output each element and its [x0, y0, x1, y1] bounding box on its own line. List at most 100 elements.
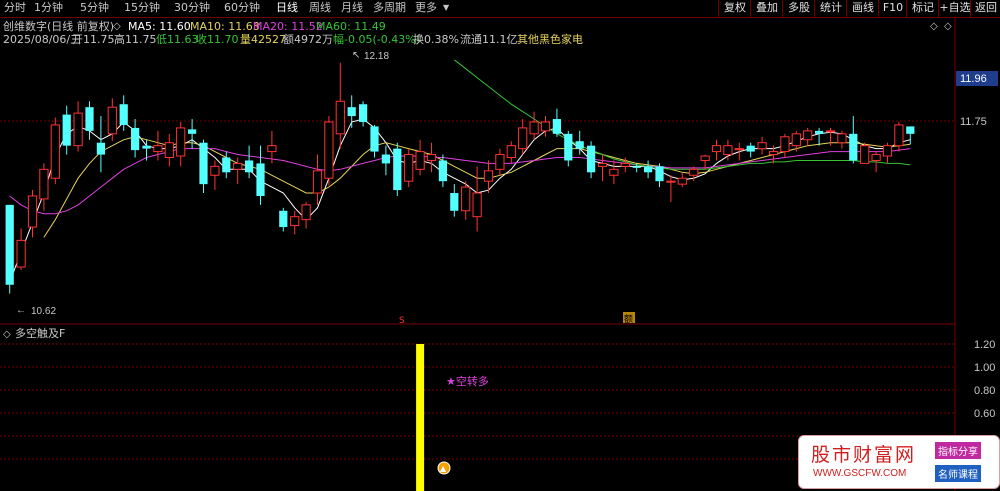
- signal-bar: [416, 344, 425, 491]
- candle-body: [176, 127, 186, 157]
- candlestick: [358, 101, 368, 127]
- candle-body: [677, 177, 687, 185]
- candlestick: [370, 124, 379, 158]
- candle-body: [5, 204, 14, 285]
- sub-tick-0-60: 0.60: [974, 408, 995, 420]
- candle-body: [711, 145, 722, 153]
- candlestick: [244, 145, 254, 179]
- price-tick-label: 11.75: [960, 116, 987, 128]
- candlestick: [290, 210, 300, 235]
- candlestick: [711, 139, 722, 161]
- sub-tick-1-20: 1.20: [974, 339, 995, 351]
- candle-body: [393, 148, 402, 191]
- candle-body: [381, 154, 391, 164]
- candlestick: [335, 62, 345, 149]
- candlestick: [677, 172, 687, 188]
- candle-body: [689, 168, 699, 176]
- candle-body: [597, 162, 608, 167]
- candle-body: [290, 216, 300, 227]
- candlestick: [164, 133, 174, 167]
- candle-body: [780, 136, 790, 153]
- candlestick: [142, 139, 151, 161]
- candle-body: [404, 154, 414, 182]
- candle-body: [222, 157, 231, 173]
- candle-body: [85, 107, 94, 131]
- candle-body: [450, 193, 459, 211]
- signal-text: ★空转多: [446, 374, 489, 388]
- candle-body: [506, 145, 516, 159]
- candle-body: [871, 154, 881, 161]
- candle-body: [666, 180, 676, 183]
- candle-body: [267, 145, 277, 153]
- candlestick: [734, 142, 744, 161]
- candle-body: [62, 114, 71, 146]
- candlestick: [472, 166, 482, 232]
- candle-body: [96, 142, 106, 155]
- watermark-url: WWW.GSCFW.COM: [813, 468, 907, 479]
- candlestick: [393, 142, 402, 196]
- candlestick: [837, 130, 847, 149]
- candle-body: [358, 104, 368, 122]
- candle-body: [734, 148, 744, 151]
- candle-body: [279, 210, 288, 228]
- candlestick: [495, 148, 505, 176]
- watermark-tag-2: 名师课程: [935, 465, 981, 482]
- candle-body: [472, 192, 482, 218]
- candle-body: [233, 162, 243, 170]
- candlestick: [324, 116, 334, 186]
- candle-body: [347, 107, 356, 117]
- candle-body: [814, 130, 824, 134]
- candlestick: [882, 142, 893, 164]
- indicator-settings-icon[interactable]: ◇: [3, 329, 11, 340]
- candlestick: [597, 154, 608, 182]
- candlestick: [256, 145, 265, 205]
- price-chart: 11.96 11.75 ↖ 12.18 ← 10.62 S 额 1.20 1.0…: [0, 17, 998, 491]
- candle-body: [860, 145, 870, 164]
- candle-body: [655, 166, 664, 182]
- candle-body: [438, 160, 448, 182]
- candlestick: [529, 111, 539, 140]
- candlestick: [564, 130, 573, 167]
- candle-body: [73, 112, 83, 147]
- candle-body: [187, 129, 197, 134]
- candlestick: [552, 108, 562, 137]
- candle-body: [27, 195, 38, 228]
- candle-body: [882, 145, 893, 157]
- candlestick: [85, 101, 94, 140]
- candle-body: [244, 160, 254, 173]
- candlestick: [96, 116, 106, 173]
- ma-line-ma5: [9, 118, 911, 282]
- candle-body: [518, 127, 528, 150]
- candlestick: [347, 95, 356, 128]
- candle-body: [483, 170, 494, 182]
- candlestick: [643, 160, 653, 179]
- candle-body: [564, 133, 573, 161]
- candle-body: [210, 165, 220, 176]
- sub-tick-0-80: 0.80: [974, 385, 995, 397]
- candlestick: [894, 121, 904, 152]
- candlestick: [426, 142, 437, 173]
- candle-body: [757, 142, 767, 150]
- candlestick: [803, 127, 813, 146]
- watermark-tag-1: 指标分享: [935, 442, 981, 459]
- candlestick: [130, 119, 140, 158]
- candlestick: [381, 145, 391, 176]
- candle-body: [540, 121, 551, 132]
- candlestick: [312, 154, 323, 205]
- candle-body: [142, 145, 151, 149]
- candlestick: [666, 175, 676, 202]
- watermark-logo: 股市财富网 WWW.GSCFW.COM 指标分享 名师课程: [798, 435, 1000, 489]
- candle-body: [426, 154, 437, 161]
- candle-body: [130, 127, 140, 151]
- low-marker: ←: [16, 305, 26, 316]
- candle-body: [107, 106, 117, 135]
- flag-marker: 额: [624, 313, 633, 325]
- candlestick: [210, 160, 220, 191]
- candle-body: [791, 133, 801, 147]
- candlestick: [506, 141, 516, 164]
- candle-body: [803, 130, 813, 141]
- signal-arrow-glyph: ▲: [440, 464, 447, 473]
- candle-body: [153, 145, 163, 153]
- candlestick: [791, 130, 801, 152]
- candlestick: [450, 184, 459, 217]
